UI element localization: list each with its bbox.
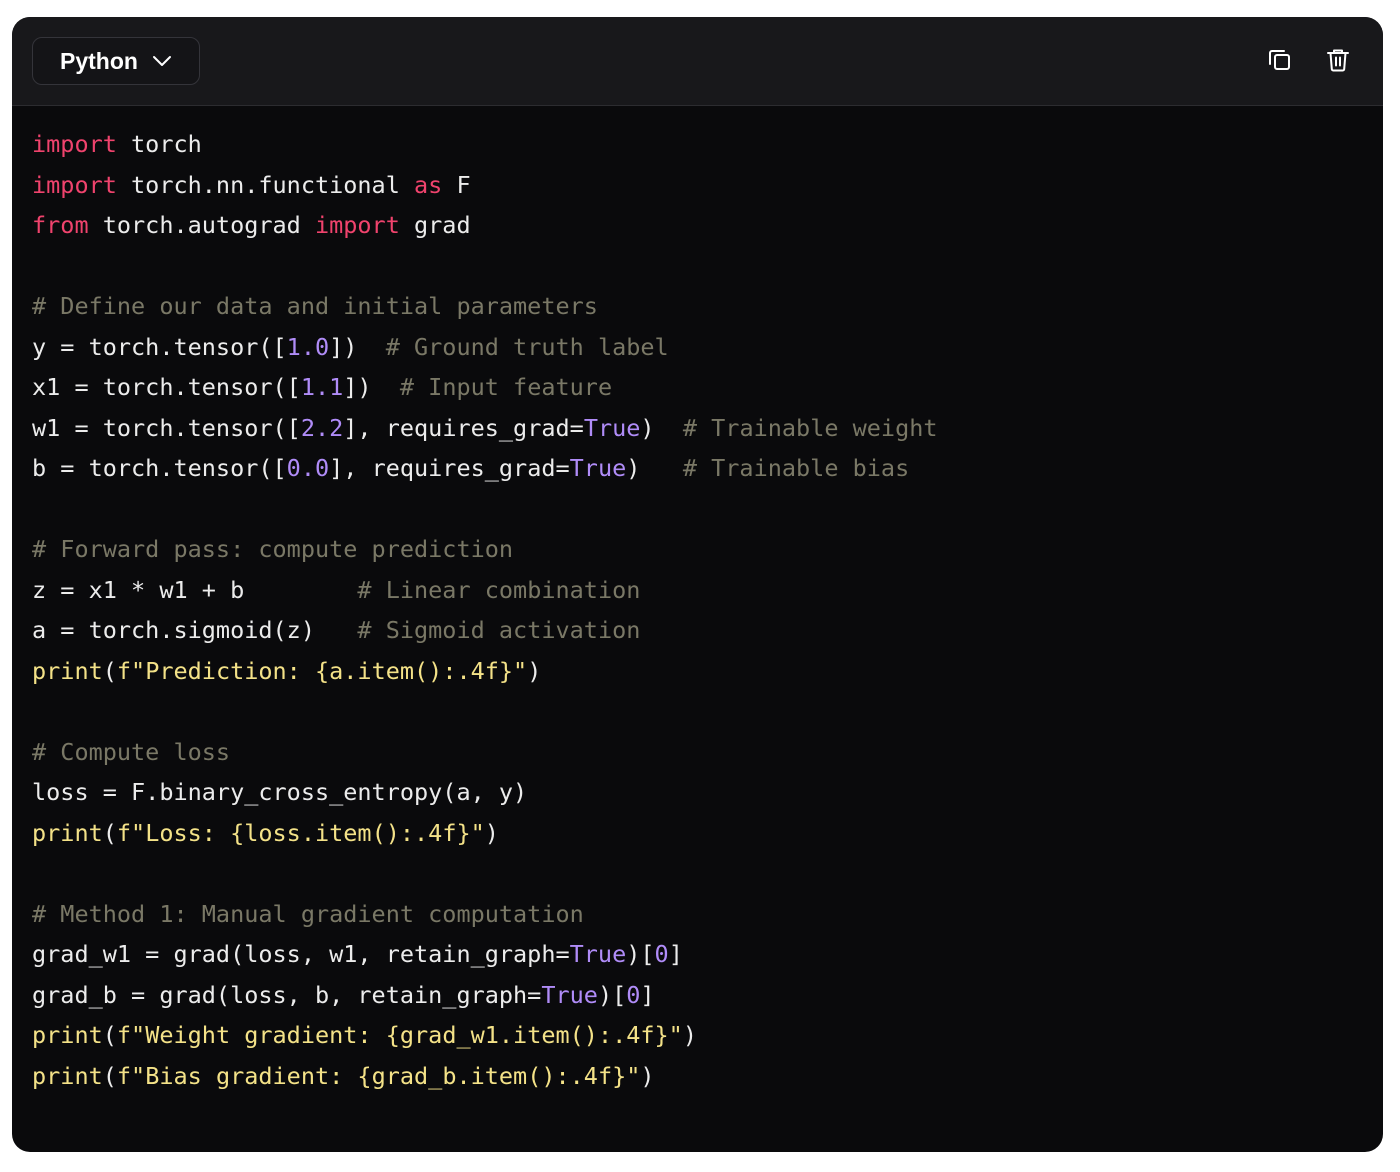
code-token: ) xyxy=(527,656,542,685)
code-token: z = x1 * w1 + b xyxy=(32,575,358,604)
code-line: # Define our data and initial parameters xyxy=(32,286,938,327)
code-token: y = torch.tensor([ xyxy=(32,332,287,361)
code-token: True xyxy=(569,454,627,482)
code-token: )[ xyxy=(597,980,627,1009)
code-line: import torch xyxy=(32,124,938,165)
code-line: z = x1 * w1 + b # Linear combination xyxy=(32,570,938,611)
code-token: loss = F.binary_cross_entropy(a, y) xyxy=(32,778,528,806)
code-line: print(f"Prediction: {a.item():.4f}") xyxy=(32,651,938,692)
code-token: # Input feature xyxy=(399,373,613,401)
code-token: ], requires_grad= xyxy=(343,413,584,442)
code-line: print(f"Weight gradient: {grad_w1.item()… xyxy=(32,1015,938,1056)
code-token: # Method 1: Manual gradient computation xyxy=(32,899,584,928)
code-token: f"Prediction: {a.item():.4f}" xyxy=(116,656,528,685)
code-token: ) xyxy=(640,1061,655,1090)
code-token: F xyxy=(442,170,471,199)
code-token: ( xyxy=(102,818,117,847)
code-token: grad_w1 = grad(loss, w1, retain_graph= xyxy=(32,940,570,968)
code-token: # Trainable bias xyxy=(682,454,910,482)
code-token: ) xyxy=(484,818,499,847)
code-line: # Method 1: Manual gradient computation xyxy=(32,894,938,935)
code-token: ] xyxy=(640,980,655,1009)
code-token: )[ xyxy=(626,940,655,968)
code-line: x1 = torch.tensor([1.1]) # Input feature xyxy=(32,367,938,408)
code-area[interactable]: import torch import torch.nn.functional a… xyxy=(32,124,938,1096)
code-token: ( xyxy=(102,656,117,685)
code-toolbar: Python xyxy=(12,17,1383,106)
code-token: 0 xyxy=(654,940,669,968)
code-token: f"Bias gradient: {grad_b.item():.4f}" xyxy=(116,1061,641,1090)
code-token: ( xyxy=(102,1061,117,1090)
code-token: # Linear combination xyxy=(357,575,641,604)
code-block: Python import torch import torch.nn.func… xyxy=(12,17,1383,1152)
code-line: y = torch.tensor([1.0]) # Ground truth l… xyxy=(32,327,938,368)
code-token: x1 = torch.tensor([ xyxy=(32,373,301,401)
code-token: True xyxy=(583,413,641,442)
code-token: # Define our data and initial parameters xyxy=(32,292,598,320)
code-token: 1.0 xyxy=(286,332,330,361)
code-line: loss = F.binary_cross_entropy(a, y) xyxy=(32,772,938,813)
code-token: a = torch.sigmoid(z) xyxy=(32,616,358,644)
code-token: ) xyxy=(640,413,683,442)
code-line: w1 = torch.tensor([2.2], requires_grad=T… xyxy=(32,408,938,449)
trash-icon xyxy=(1325,47,1351,78)
code-token: import xyxy=(314,211,400,239)
code-token: import xyxy=(32,170,117,199)
code-line: print(f"Loss: {loss.item():.4f}") xyxy=(32,813,938,854)
code-token: # Forward pass: compute prediction xyxy=(32,535,514,563)
code-token: b = torch.tensor([ xyxy=(32,454,287,482)
code-token: ) xyxy=(626,454,683,482)
code-token: ( xyxy=(102,1021,117,1049)
code-token: import xyxy=(32,130,117,158)
code-line: # Compute loss xyxy=(32,732,938,773)
code-token: True xyxy=(541,980,598,1009)
code-token: ], requires_grad= xyxy=(329,454,570,482)
code-token: grad xyxy=(399,211,471,239)
code-token: 2.2 xyxy=(300,413,344,442)
code-line: grad_b = grad(loss, b, retain_graph=True… xyxy=(32,975,938,1016)
code-token: f"Weight gradient: {grad_w1.item():.4f}" xyxy=(116,1021,683,1049)
code-line: a = torch.sigmoid(z) # Sigmoid activatio… xyxy=(32,610,938,651)
code-token: print xyxy=(32,818,103,847)
code-token: w1 = torch.tensor([ xyxy=(32,413,301,442)
code-line: b = torch.tensor([0.0], requires_grad=Tr… xyxy=(32,448,938,489)
code-line: import torch.nn.functional as F xyxy=(32,165,938,206)
code-token: as xyxy=(414,170,443,199)
code-token: torch xyxy=(116,130,202,158)
chevron-down-icon xyxy=(152,55,172,67)
code-token: torch.nn.functional xyxy=(116,170,415,199)
code-line: print(f"Bias gradient: {grad_b.item():.4… xyxy=(32,1056,938,1097)
code-token: True xyxy=(569,940,627,968)
code-token: 1.1 xyxy=(300,373,344,401)
code-line: from torch.autograd import grad xyxy=(32,205,938,246)
language-selector[interactable]: Python xyxy=(32,37,200,85)
code-token: # Compute loss xyxy=(32,737,231,766)
code-token: # Sigmoid activation xyxy=(357,616,641,644)
code-token: ) xyxy=(682,1021,697,1049)
language-label: Python xyxy=(60,47,138,74)
copy-button[interactable] xyxy=(1265,47,1295,77)
code-token: # Ground truth label xyxy=(385,332,669,361)
code-token: print xyxy=(32,1021,103,1049)
code-token: 0 xyxy=(626,980,641,1009)
code-token: ]) xyxy=(343,373,400,401)
code-token: from xyxy=(32,211,89,239)
code-token: print xyxy=(32,656,103,685)
code-token: torch.autograd xyxy=(88,211,315,239)
code-token: grad_b = grad(loss, b, retain_graph= xyxy=(32,980,542,1009)
code-line: grad_w1 = grad(loss, w1, retain_graph=Tr… xyxy=(32,934,938,975)
copy-icon xyxy=(1267,47,1293,78)
code-token: ] xyxy=(668,940,683,968)
code-token: print xyxy=(32,1061,103,1090)
code-token: # Trainable weight xyxy=(682,413,938,442)
code-token: ]) xyxy=(329,332,386,361)
code-token: f"Loss: {loss.item():.4f}" xyxy=(116,818,485,847)
delete-button[interactable] xyxy=(1323,47,1353,77)
code-line: # Forward pass: compute prediction xyxy=(32,529,938,570)
code-token: 0.0 xyxy=(286,454,330,482)
